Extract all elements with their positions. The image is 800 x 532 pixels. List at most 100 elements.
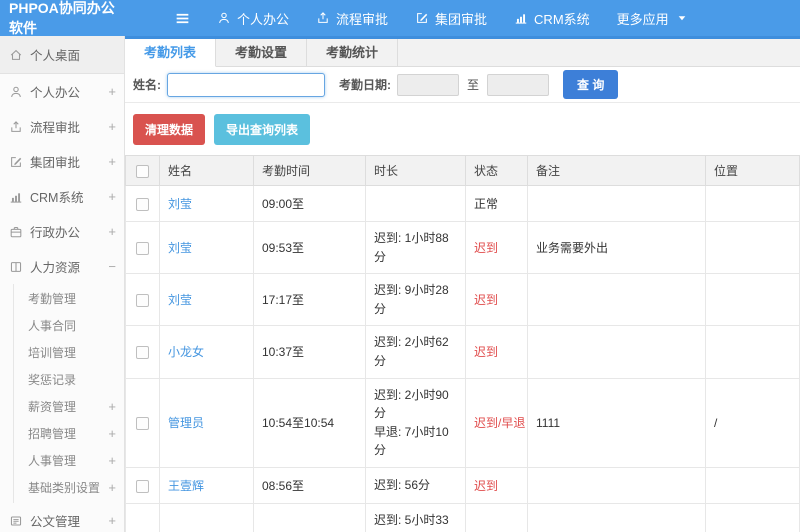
row-checkbox[interactable] xyxy=(136,479,149,493)
sidebar-item-label: 公文管理 xyxy=(30,515,81,529)
to-label: 至 xyxy=(467,78,480,92)
duration-cell: 迟到: 1小时88分 xyxy=(365,220,466,275)
location-cell xyxy=(705,220,800,275)
expand-icon[interactable]: + xyxy=(108,513,116,528)
duration-cell: 迟到: 9小时28分 xyxy=(365,273,466,327)
name-input[interactable] xyxy=(167,72,325,97)
row-checkbox[interactable] xyxy=(136,197,149,211)
sidebar-item-personnel-contract[interactable]: 人事合同 xyxy=(14,312,124,339)
home-icon xyxy=(9,48,23,62)
document-icon xyxy=(9,514,23,528)
action-bar: 清理数据 导出查询列表 xyxy=(125,103,800,155)
topnav-item-personal-office[interactable]: 个人办公 xyxy=(217,9,289,28)
app-window: PHPOA协同办公软件 个人办公 流程审批 集团审批 CRM系统 更多应用 个人桌面 个人… xyxy=(0,0,800,532)
expand-icon[interactable]: + xyxy=(108,224,116,239)
sidebar-item-crm-system[interactable]: CRM系统 + xyxy=(0,179,124,214)
bar-chart-icon xyxy=(514,11,528,25)
topnav-item-workflow-approval[interactable]: 流程审批 xyxy=(316,9,388,28)
expand-icon[interactable]: + xyxy=(108,453,116,468)
attendance-time-cell: 13:20至13:20 xyxy=(253,502,366,532)
expand-icon[interactable]: + xyxy=(108,399,116,414)
main-content: 考勤列表 考勤设置 考勤统计 姓名: 考勤日期: 至 查 询 清理数据 导出查询列表 xyxy=(125,36,800,532)
employee-name-link[interactable]: 刘莹 xyxy=(168,241,192,255)
sidebar-item-attendance-management[interactable]: 考勤管理 xyxy=(14,285,124,312)
topnav-item-group-approval[interactable]: 集团审批 xyxy=(415,9,487,28)
attendance-time-cell: 17:17至 xyxy=(253,273,366,327)
sidebar-item-training-management[interactable]: 培训管理 xyxy=(14,339,124,366)
sidebar-item-label: 基础类别设置 xyxy=(28,481,101,495)
attendance-date-label: 考勤日期: xyxy=(339,78,391,92)
column-header: 位置 xyxy=(705,155,800,186)
tab-attendance-statistics[interactable]: 考勤统计 xyxy=(307,39,399,67)
briefcase-icon xyxy=(9,225,23,239)
row-checkbox[interactable] xyxy=(136,293,149,307)
sidebar-item-personal-office[interactable]: 个人办公 + xyxy=(0,74,124,109)
sidebar-item-label: 流程审批 xyxy=(30,121,81,135)
attendance-table: 姓名 考勤时间 时长 状态 备注 位置 刘莹 09:00至 正常 刘莹 09:53至 迟到: 1小时… xyxy=(125,155,800,532)
book-icon xyxy=(9,260,23,274)
table-row: 刘莹 09:00至 正常 xyxy=(125,185,800,222)
sidebar-item-basic-category-settings[interactable]: 基础类别设置 + xyxy=(14,474,124,501)
query-button[interactable]: 查 询 xyxy=(563,70,619,99)
chevron-down-icon xyxy=(675,11,689,25)
sidebar-item-label: 招聘管理 xyxy=(28,427,77,441)
share-icon xyxy=(9,120,23,134)
tab-attendance-list[interactable]: 考勤列表 xyxy=(125,39,217,67)
app-logo: PHPOA协同办公软件 xyxy=(9,0,115,36)
employee-name-link[interactable]: 小龙女 xyxy=(168,345,204,359)
row-checkbox[interactable] xyxy=(136,346,149,360)
column-header: 状态 xyxy=(465,155,528,186)
attendance-time-cell: 10:54至10:54 xyxy=(253,377,366,468)
expand-icon[interactable]: + xyxy=(108,189,116,204)
sidebar-item-document-management[interactable]: 公文管理 + xyxy=(0,503,124,532)
clean-data-button[interactable]: 清理数据 xyxy=(133,114,206,145)
sidebar-item-label: 行政办公 xyxy=(30,226,81,240)
topnav-item-more-apps[interactable]: 更多应用 xyxy=(617,9,689,28)
status-cell: 迟到 xyxy=(465,273,528,327)
sidebar-item-group-approval[interactable]: 集团审批 + xyxy=(0,144,124,179)
menu-toggle[interactable] xyxy=(174,10,191,27)
remark-cell xyxy=(527,185,706,222)
date-from-input[interactable] xyxy=(397,73,459,96)
expand-icon[interactable]: + xyxy=(108,480,116,495)
expand-icon[interactable]: + xyxy=(108,426,116,441)
row-checkbox[interactable] xyxy=(136,416,149,430)
sidebar-item-personal-desktop[interactable]: 个人桌面 xyxy=(0,36,124,74)
sidebar-item-personnel-management[interactable]: 人事管理 + xyxy=(14,447,124,474)
row-checkbox[interactable] xyxy=(136,241,149,255)
sidebar-item-reward-punishment-records[interactable]: 奖惩记录 xyxy=(14,366,124,393)
attendance-time-cell: 10:37至 xyxy=(253,325,366,379)
topnav-item-crm-system[interactable]: CRM系统 xyxy=(514,9,590,28)
duration-cell: 迟到: 5小时33分 早退: 4小时67分 xyxy=(365,502,466,532)
sidebar-item-admin-office[interactable]: 行政办公 + xyxy=(0,214,124,249)
sidebar-item-workflow-approval[interactable]: 流程审批 + xyxy=(0,109,124,144)
topnav-item-label: 个人办公 xyxy=(237,11,290,27)
remark-cell xyxy=(527,325,706,379)
select-all-checkbox[interactable] xyxy=(136,164,149,178)
sidebar-item-label: 考勤管理 xyxy=(28,292,77,306)
collapse-icon[interactable]: − xyxy=(108,259,116,274)
employee-name-link[interactable]: 王壹辉 xyxy=(168,479,204,493)
sidebar-item-label: 奖惩记录 xyxy=(28,373,77,387)
remark-cell xyxy=(527,502,706,532)
expand-icon[interactable]: + xyxy=(108,119,116,134)
sidebar-item-human-resources[interactable]: 人力资源 − xyxy=(0,249,124,284)
tab-bar: 考勤列表 考勤设置 考勤统计 xyxy=(125,39,800,67)
expand-icon[interactable]: + xyxy=(108,154,116,169)
sidebar-item-recruitment-management[interactable]: 招聘管理 + xyxy=(14,420,124,447)
duration-cell: 迟到: 2小时90分 早退: 7小时10分 xyxy=(365,377,466,468)
employee-name-link[interactable]: 刘莹 xyxy=(168,293,192,307)
attendance-time-cell: 09:53至 xyxy=(253,220,366,275)
export-list-button[interactable]: 导出查询列表 xyxy=(214,114,311,145)
employee-name-link[interactable]: 管理员 xyxy=(168,416,204,430)
tab-attendance-settings[interactable]: 考勤设置 xyxy=(216,39,308,67)
sidebar-item-salary-management[interactable]: 薪资管理 + xyxy=(14,393,124,420)
status-cell: 迟到/早退 xyxy=(465,377,528,468)
duration-cell: 迟到: 2小时62分 xyxy=(365,325,466,379)
expand-icon[interactable]: + xyxy=(108,84,116,99)
employee-name-link[interactable]: 刘莹 xyxy=(168,197,192,211)
remark-cell xyxy=(527,466,706,504)
status-cell: 迟到 xyxy=(465,466,528,504)
table-row: 小龙女 10:37至 迟到: 2小时62分 迟到 xyxy=(125,325,800,379)
date-to-input[interactable] xyxy=(487,73,550,96)
